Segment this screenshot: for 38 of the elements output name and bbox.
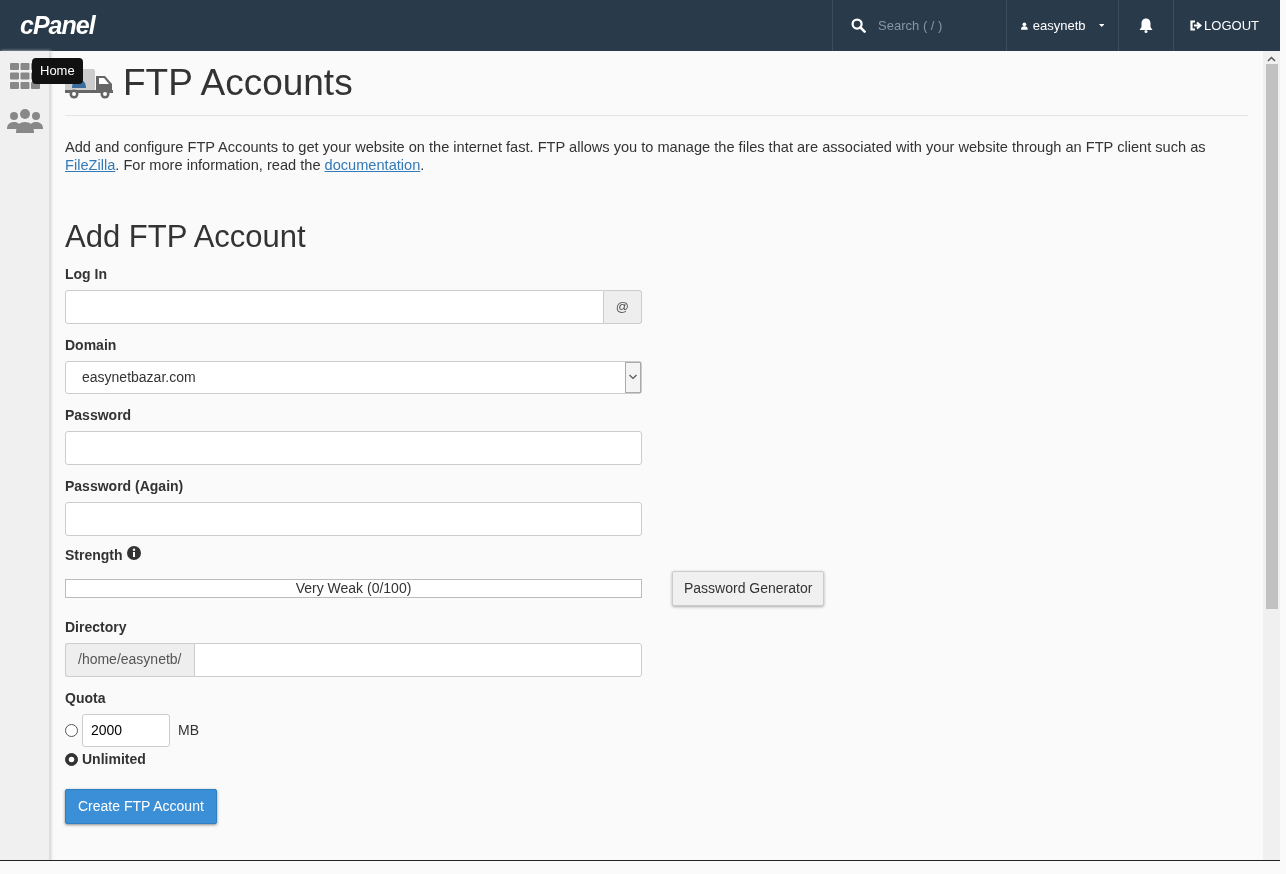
field-label: Directory [65,617,127,637]
scrollbar-thumb[interactable] [1265,64,1278,609]
password-field[interactable] [65,430,642,465]
option-label: Unlimited [82,749,146,769]
field-label: Quota [65,688,106,708]
logout-icon [1189,20,1203,31]
page-title: FTP Accounts [123,61,353,105]
scroll-up-icon[interactable] [1267,56,1276,62]
field-label: Domain [65,335,117,355]
logout-link[interactable]: LOGOUT [1173,0,1274,51]
search-icon [851,18,867,33]
tooltip: Home [32,58,83,84]
password-field[interactable] [65,501,642,536]
domain-select[interactable]: easynetbazar.com [65,360,642,394]
login-field[interactable] [65,289,604,324]
directory-field[interactable] [193,642,642,677]
bell-icon[interactable] [1139,18,1154,33]
field-label: Strength [65,545,123,565]
password-generator-button[interactable]: Password Generator [672,570,825,606]
strength-reading: Very Weak (0/100) [295,579,412,596]
user-menu[interactable]: easynetb [1006,0,1119,51]
info-icon [126,545,141,560]
chevron-icon [625,361,641,393]
field-label: Log In [65,264,107,284]
unit-label: MB [178,720,199,740]
path-prefix: /home/easynetb/ [65,642,194,677]
caret-icon [1098,23,1105,28]
quota-field[interactable]: 2000 [82,713,170,747]
section-title: Add FTP Account [65,218,307,256]
field-label: Password [65,405,132,425]
logo[interactable]: cPanel [0,0,115,51]
search-field[interactable]: Search ( / ) [876,14,987,37]
description: Add and configure FTP Accounts to get your website on the internet fast. FTP allows you to manage the files that are associated with your website through an FTP client such as FileZilla. For more information, read the documentation. [65,138,1207,175]
radio-button[interactable] [65,752,78,766]
radio-button[interactable] [65,723,78,737]
users-icon[interactable] [6,109,43,133]
addon-label: @ [603,289,642,324]
field-label: Password (Again) [65,476,184,496]
